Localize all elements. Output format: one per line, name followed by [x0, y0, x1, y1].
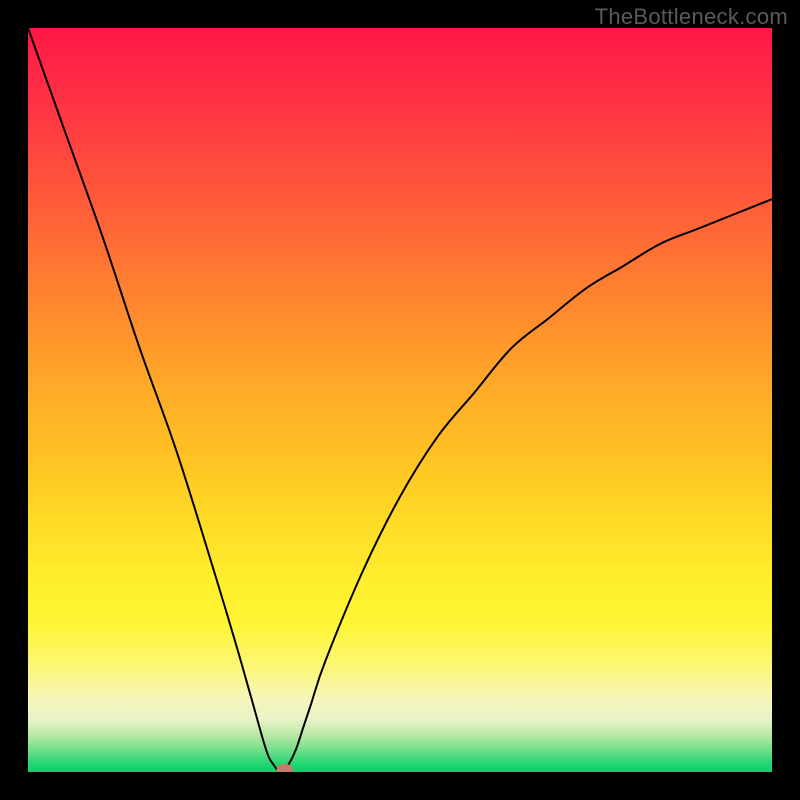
plot-area: [28, 28, 772, 772]
optimal-point-marker: [276, 764, 292, 772]
chart-frame: TheBottleneck.com: [0, 0, 800, 800]
watermark-text: TheBottleneck.com: [595, 4, 788, 30]
curve-svg: [28, 28, 772, 772]
bottleneck-curve: [28, 28, 772, 772]
